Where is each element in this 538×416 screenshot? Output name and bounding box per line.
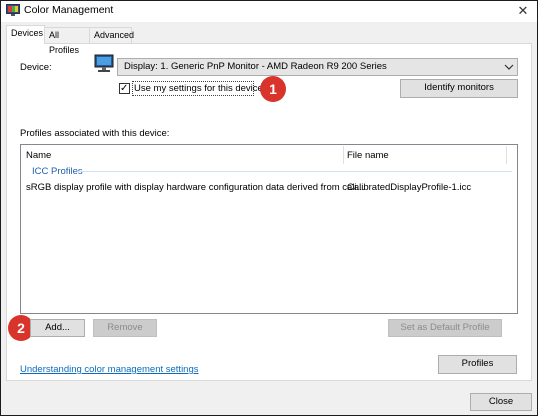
column-header-file-name[interactable]: File name xyxy=(347,150,389,161)
color-management-app-icon xyxy=(6,4,20,16)
remove-profile-button[interactable]: Remove xyxy=(93,319,157,337)
profiles-section-label: Profiles associated with this device: xyxy=(20,128,170,139)
close-window-icon[interactable]: ✕ xyxy=(512,1,534,21)
profiles-button[interactable]: Profiles xyxy=(438,355,517,374)
understanding-color-management-link[interactable]: Understanding color management settings xyxy=(20,364,199,375)
tab-advanced[interactable]: Advanced xyxy=(89,27,134,43)
monitor-icon xyxy=(94,54,114,72)
checkmark-icon: ✓ xyxy=(120,83,129,94)
profile-row-name[interactable]: sRGB display profile with display hardwa… xyxy=(26,182,364,193)
device-label: Device: xyxy=(20,62,52,73)
group-divider xyxy=(79,171,512,172)
profiles-list[interactable] xyxy=(20,144,518,314)
device-select[interactable]: Display: 1. Generic PnP Monitor - AMD Ra… xyxy=(117,58,518,76)
annotation-badge-1: 1 xyxy=(260,76,286,102)
profile-row-file[interactable]: CalibratedDisplayProfile-1.icc xyxy=(347,182,471,193)
add-profile-button[interactable]: Add... xyxy=(30,319,85,337)
column-separator xyxy=(343,146,344,164)
window-title: Color Management xyxy=(24,4,114,16)
close-button[interactable]: Close xyxy=(470,393,532,411)
set-default-profile-button[interactable]: Set as Default Profile xyxy=(388,319,502,337)
identify-monitors-button[interactable]: Identify monitors xyxy=(400,79,518,98)
use-my-settings-label[interactable]: Use my settings for this device xyxy=(134,83,263,94)
group-header-icc-profiles: ICC Profiles xyxy=(32,166,83,177)
tab-all-profiles[interactable]: All Profiles xyxy=(44,27,90,55)
chevron-down-icon[interactable] xyxy=(503,61,515,73)
tab-devices[interactable]: Devices xyxy=(6,25,45,44)
column-header-name[interactable]: Name xyxy=(26,150,51,161)
column-separator xyxy=(506,146,507,164)
